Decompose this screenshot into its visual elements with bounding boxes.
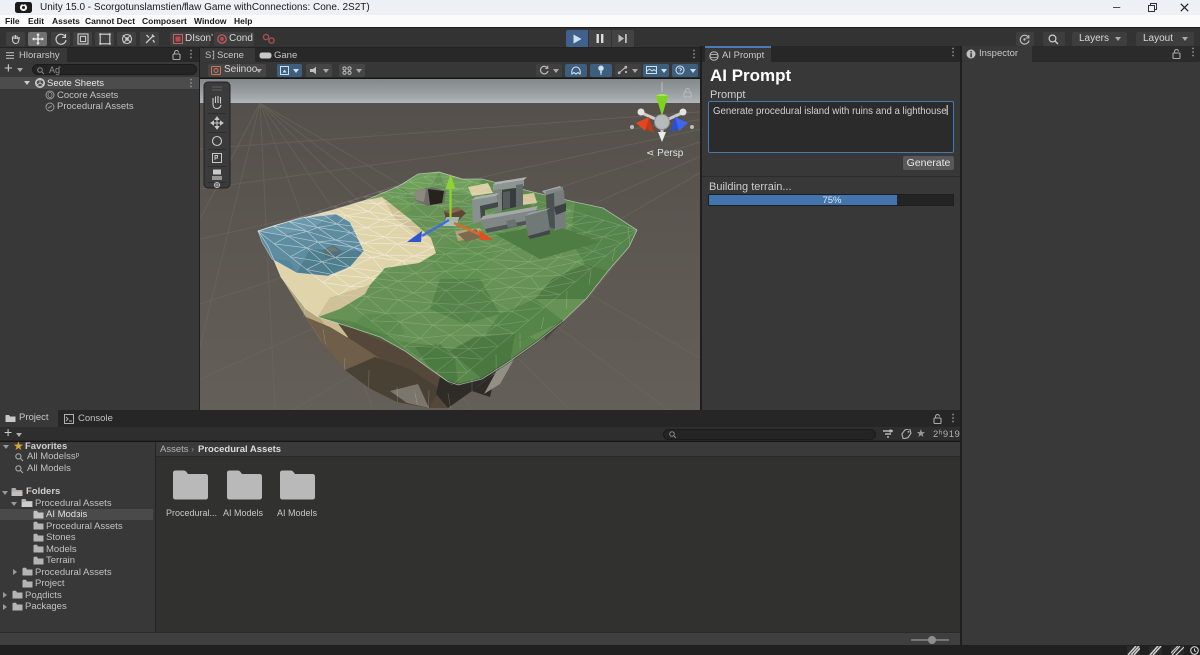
svg-text:⋖ Persp: ⋖ Persp — [646, 148, 684, 159]
